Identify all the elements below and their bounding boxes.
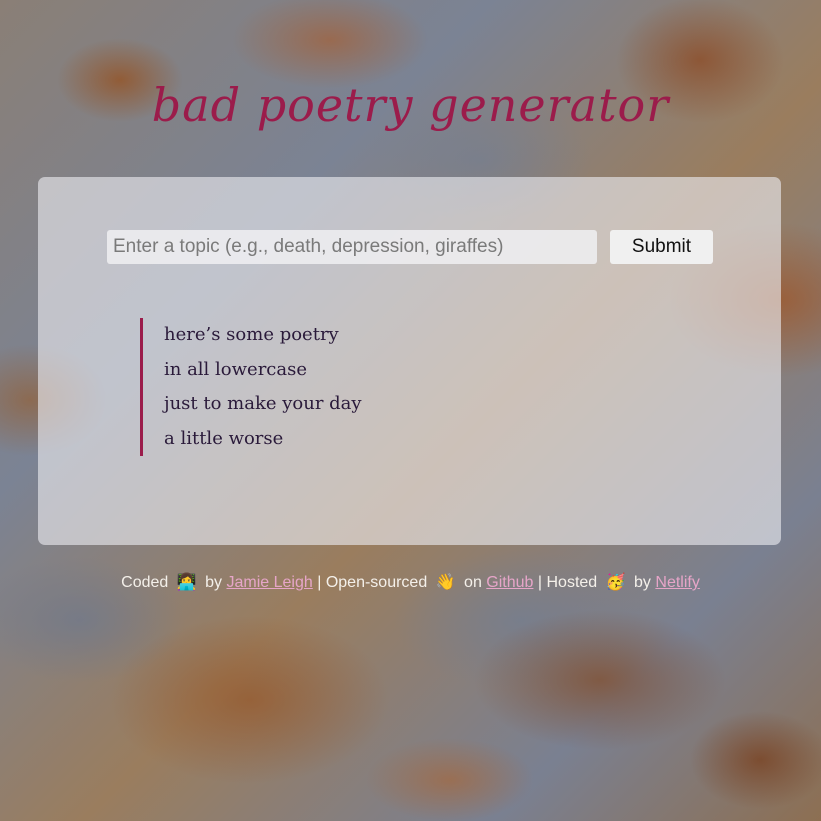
waving-hand-emoji-icon: 👋 bbox=[435, 574, 456, 591]
footer-by-text: by bbox=[634, 574, 651, 591]
poem-line: just to make your day bbox=[164, 393, 362, 414]
github-link[interactable]: Github bbox=[486, 574, 533, 591]
footer-separator: | bbox=[537, 574, 543, 591]
submit-button[interactable]: Submit bbox=[610, 230, 713, 264]
page-title: bad poetry generator bbox=[151, 78, 670, 132]
poem-blockquote: here’s some poetry in all lowercase just… bbox=[140, 318, 362, 456]
poem-line: in all lowercase bbox=[164, 358, 307, 380]
generator-panel: Submit here’s some poetry in all lowerca… bbox=[38, 177, 781, 545]
footer: Coded 👩‍💻 by Jamie Leigh | Open-sourced … bbox=[0, 572, 821, 592]
party-face-emoji-icon: 🥳 bbox=[605, 574, 626, 591]
netlify-link[interactable]: Netlify bbox=[655, 574, 699, 591]
poem-line: a little worse bbox=[164, 427, 284, 449]
footer-by-text: by bbox=[205, 574, 223, 591]
author-link[interactable]: Jamie Leigh bbox=[226, 574, 312, 591]
topic-input[interactable] bbox=[107, 230, 597, 264]
footer-separator: | bbox=[317, 574, 322, 591]
poem-line: here’s some poetry bbox=[164, 324, 339, 345]
footer-hosted-text: Hosted bbox=[546, 574, 598, 591]
footer-coded-text: Coded bbox=[121, 574, 169, 591]
footer-open-sourced-text: Open-sourced bbox=[325, 574, 428, 591]
footer-on-text: on bbox=[464, 574, 482, 591]
technologist-emoji-icon: 👩‍💻 bbox=[176, 574, 197, 591]
